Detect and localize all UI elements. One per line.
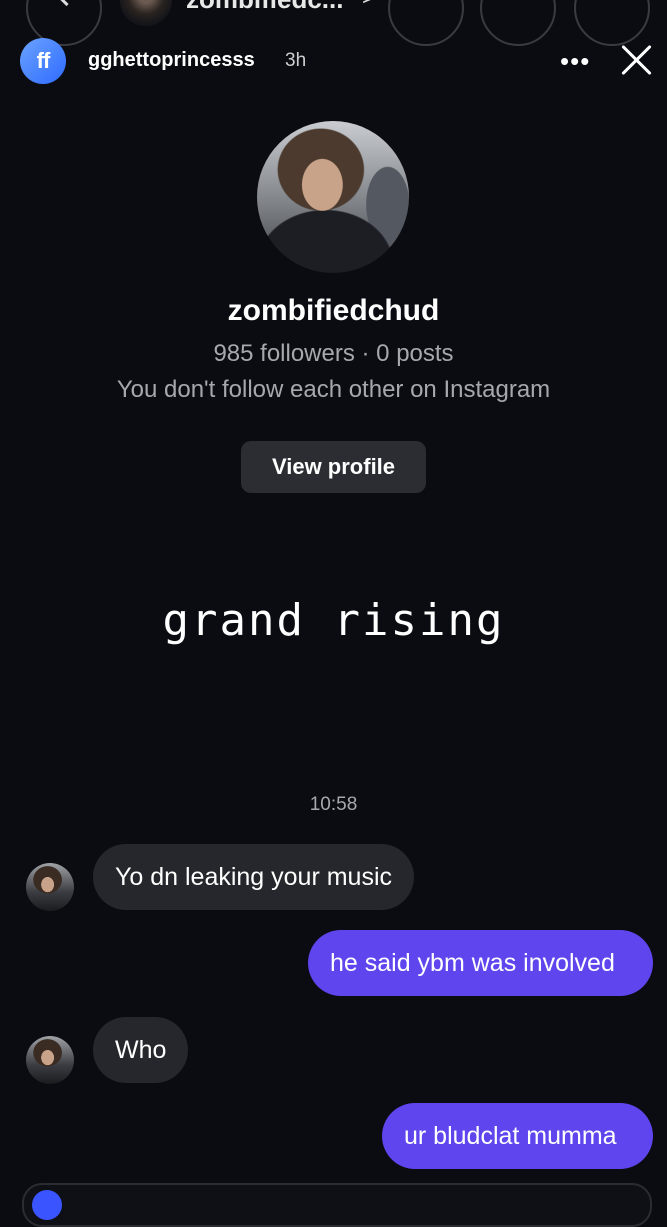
story-avatar-logo[interactable]: ff xyxy=(20,38,66,84)
camera-icon[interactable] xyxy=(32,1190,62,1220)
chat-timestamp: 10:58 xyxy=(309,794,358,815)
chevron-right-icon: > xyxy=(362,0,376,12)
sender-avatar[interactable] xyxy=(26,1036,74,1084)
reply-input-bar[interactable] xyxy=(22,1183,652,1227)
more-options-icon[interactable]: ••• xyxy=(560,46,590,77)
sender-avatar[interactable] xyxy=(26,863,74,911)
story-username[interactable]: gghettoprincesss xyxy=(88,49,255,72)
story-time: 3h xyxy=(285,50,307,71)
follow-status: You don't follow each other on Instagram xyxy=(116,376,551,403)
dm-header-title[interactable]: zombifiedc... xyxy=(186,0,343,15)
story-header: ff gghettoprincesss 3h ••• xyxy=(0,38,667,84)
profile-stats: 985 followers · 0 posts xyxy=(213,340,454,367)
profile-username: zombifiedchud xyxy=(227,294,440,327)
profile-avatar[interactable] xyxy=(257,121,409,273)
close-icon[interactable] xyxy=(618,42,654,78)
message-bubble-incoming[interactable]: Yo dn leaking your music xyxy=(93,844,415,910)
message-bubble-outgoing[interactable]: ur bludclat mumma xyxy=(382,1103,653,1169)
view-profile-button[interactable]: View profile xyxy=(241,441,426,493)
message-bubble-incoming[interactable]: Who xyxy=(93,1017,189,1083)
story-caption: grand rising xyxy=(162,595,505,646)
dm-header-avatar[interactable] xyxy=(120,0,172,26)
message-bubble-outgoing[interactable]: he said ybm was involved xyxy=(308,930,653,996)
